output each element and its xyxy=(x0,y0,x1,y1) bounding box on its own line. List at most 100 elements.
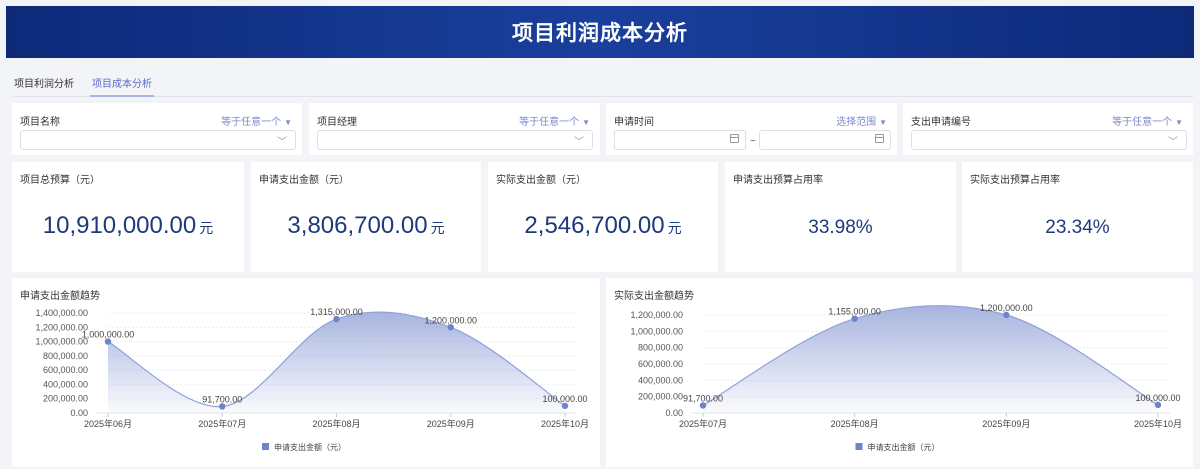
chevron-down-icon: ﹀ xyxy=(574,137,584,148)
data-label: 100,000.00 xyxy=(1135,393,1180,403)
date-range-separator: ~ xyxy=(750,136,756,147)
filter-label: 项目名称 xyxy=(20,117,60,128)
end-date-input[interactable] xyxy=(759,130,891,150)
chart-svg: 0.00 200,000.00 400,000.00 600,000.00 800,00… xyxy=(630,303,1182,452)
legend-marker xyxy=(855,443,863,450)
kpi-title: 实际支出金额（元） xyxy=(496,175,586,186)
kpi-number: 3,806,700.00 xyxy=(287,212,428,239)
data-label: 1,200,000.00 xyxy=(980,303,1033,313)
tab-profit-analysis[interactable]: 项目利润分析 xyxy=(12,66,76,97)
kpi-actual-budget-rate: 实际支出预算占用率 23.34% xyxy=(962,162,1193,272)
kpi-unit: 元 xyxy=(430,220,445,236)
x-tick-label: 2025年08月 xyxy=(312,418,360,429)
legend-marker xyxy=(262,443,269,450)
x-tick-label: 2025年10月 xyxy=(1134,418,1182,429)
kpi-number: 10,910,000.00 xyxy=(42,212,197,239)
filter-operator-dropdown[interactable]: 选择范围 ▼ xyxy=(836,113,887,128)
kpi-unit: 元 xyxy=(667,220,682,236)
legend-label: 申请支出金额（元） xyxy=(274,442,346,452)
y-tick-label: 800,000.00 xyxy=(43,351,88,361)
y-tick-label: 0.00 xyxy=(70,408,88,418)
data-label: 100,000.00 xyxy=(542,394,587,404)
caret-down-icon: ▼ xyxy=(284,118,292,127)
calendar-icon xyxy=(730,134,739,143)
kpi-value: 10,910,000.00 元 xyxy=(12,212,244,240)
kpi-title: 申请支出金额（元） xyxy=(259,175,349,186)
kpi-value: 2,546,700.00 元 xyxy=(488,212,718,240)
y-tick-label: 600,000.00 xyxy=(43,365,88,375)
kpi-title: 实际支出预算占用率 xyxy=(970,175,1060,186)
kpi-title: 项目总预算（元） xyxy=(20,175,100,186)
chevron-down-icon: ﹀ xyxy=(1168,137,1178,148)
page-header: 项目利润成本分析 xyxy=(6,6,1194,58)
kpi-applied-budget-rate: 申请支出预算占用率 33.98% xyxy=(725,162,956,272)
x-tick-label: 2025年07月 xyxy=(198,418,246,429)
kpi-unit: 元 xyxy=(199,220,214,236)
data-label: 1,200,000.00 xyxy=(424,315,477,325)
y-tick-label: 1,000,000.00 xyxy=(630,326,683,336)
applied-expense-trend-chart: 0.00 200,000.00 400,000.00 600,000.00 800,00… xyxy=(12,278,600,467)
filter-project-name: 项目名称 等于任意一个 ▼ ﹀ xyxy=(12,103,302,155)
kpi-title: 申请支出预算占用率 xyxy=(733,175,823,186)
filter-label: 项目经理 xyxy=(317,117,357,128)
filter-operator-dropdown[interactable]: 等于任意一个 ▼ xyxy=(519,113,590,128)
filter-label: 申请时间 xyxy=(614,117,654,128)
data-label: 1,315,000.00 xyxy=(310,307,363,317)
filter-apply-time: 申请时间 选择范围 ▼ ~ xyxy=(606,103,897,155)
y-tick-label: 200,000.00 xyxy=(43,394,88,404)
tab-bar: 项目利润分析 项目成本分析 xyxy=(12,66,1193,97)
y-tick-label: 1,400,000.00 xyxy=(35,308,88,318)
start-date-input[interactable] xyxy=(614,130,746,150)
data-label: 1,000,000.00 xyxy=(82,330,135,340)
kpi-actual-expense: 实际支出金额（元） 2,546,700.00 元 xyxy=(488,162,718,272)
caret-down-icon: ▼ xyxy=(1175,118,1183,127)
calendar-icon xyxy=(875,134,884,143)
legend-label: 申请支出金额（元） xyxy=(868,442,940,452)
project-name-select[interactable]: ﹀ xyxy=(20,130,296,150)
y-tick-label: 0.00 xyxy=(665,408,683,418)
data-label: 91,700.00 xyxy=(202,394,242,404)
filter-expense-request-no: 支出申请编号 等于任意一个 ▼ ﹀ xyxy=(903,103,1193,155)
expense-request-no-select[interactable]: ﹀ xyxy=(911,130,1187,150)
caret-down-icon: ▼ xyxy=(582,118,590,127)
project-manager-select[interactable]: ﹀ xyxy=(317,130,593,150)
series-area xyxy=(703,305,1158,413)
x-tick-label: 2025年09月 xyxy=(982,418,1030,429)
y-tick-label: 400,000.00 xyxy=(43,379,88,389)
kpi-value: 3,806,700.00 元 xyxy=(251,212,481,240)
operator-label: 等于任意一个 xyxy=(1112,117,1173,128)
page-title: 项目利润成本分析 xyxy=(512,22,688,45)
actual-expense-trend-chart: 0.00 200,000.00 400,000.00 600,000.00 800,00… xyxy=(606,278,1193,467)
x-tick-label: 2025年10月 xyxy=(541,418,589,429)
operator-label: 等于任意一个 xyxy=(519,117,580,128)
filter-operator-dropdown[interactable]: 等于任意一个 ▼ xyxy=(221,113,292,128)
filter-operator-dropdown[interactable]: 等于任意一个 ▼ xyxy=(1112,113,1183,128)
x-tick-label: 2025年08月 xyxy=(831,418,879,429)
kpi-number: 2,546,700.00 xyxy=(524,212,665,239)
y-tick-label: 200,000.00 xyxy=(638,392,683,402)
chart-svg: 0.00 200,000.00 400,000.00 600,000.00 800,00… xyxy=(35,307,589,452)
y-tick-label: 1,200,000.00 xyxy=(35,322,88,332)
y-tick-label: 400,000.00 xyxy=(638,375,683,385)
chart-title: 实际支出金额趋势 xyxy=(614,291,694,302)
y-tick-label: 1,000,000.00 xyxy=(35,337,88,347)
x-tick-label: 2025年07月 xyxy=(679,418,727,429)
y-tick-label: 800,000.00 xyxy=(638,343,683,353)
filter-project-manager: 项目经理 等于任意一个 ▼ ﹀ xyxy=(309,103,600,155)
y-tick-label: 600,000.00 xyxy=(638,359,683,369)
chart-title: 申请支出金额趋势 xyxy=(20,291,100,302)
x-tick-label: 2025年06月 xyxy=(84,418,132,429)
filter-label: 支出申请编号 xyxy=(911,117,971,128)
kpi-applied-expense: 申请支出金额（元） 3,806,700.00 元 xyxy=(251,162,481,272)
kpi-value: 33.98% xyxy=(808,217,873,238)
tab-cost-analysis[interactable]: 项目成本分析 xyxy=(90,66,154,97)
y-tick-label: 1,200,000.00 xyxy=(630,310,683,320)
caret-down-icon: ▼ xyxy=(879,118,887,127)
kpi-total-budget: 项目总预算（元） 10,910,000.00 元 xyxy=(12,162,244,272)
operator-label: 等于任意一个 xyxy=(221,117,282,128)
operator-label: 选择范围 xyxy=(836,117,877,128)
x-tick-label: 2025年09月 xyxy=(427,418,475,429)
kpi-value: 23.34% xyxy=(1045,217,1110,238)
data-label: 91,700.00 xyxy=(683,394,723,404)
data-label: 1,155,000.00 xyxy=(828,307,881,317)
